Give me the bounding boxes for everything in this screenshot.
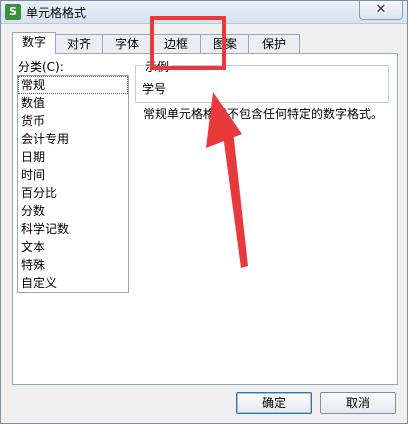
- arrow-annotation: [206, 92, 248, 268]
- arrow-shaft: [223, 130, 248, 268]
- arrow-head: [206, 92, 242, 148]
- tab-number[interactable]: 数字: [12, 32, 56, 54]
